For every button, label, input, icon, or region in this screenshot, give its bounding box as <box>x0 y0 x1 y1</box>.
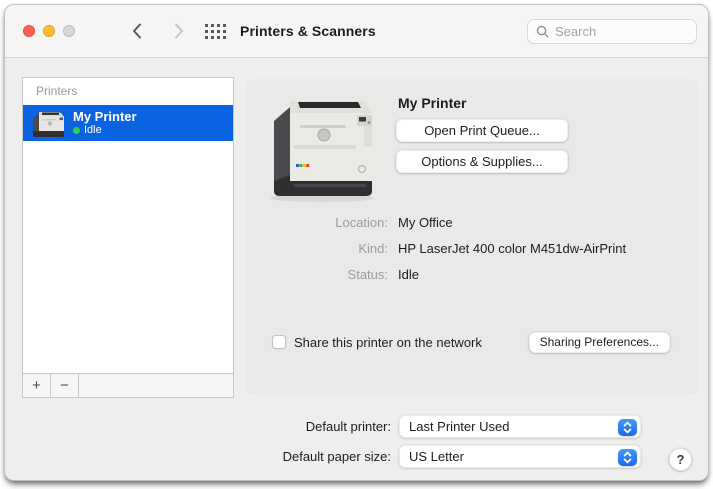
printer-thumbnail-icon <box>33 112 64 137</box>
default-paper-size-label: Default paper size: <box>282 449 391 464</box>
remove-printer-button[interactable]: − <box>51 374 79 397</box>
location-label: Location: <box>335 215 388 230</box>
nav-buttons <box>127 20 189 42</box>
open-print-queue-button[interactable]: Open Print Queue... <box>396 119 568 142</box>
detail-printer-name: My Printer <box>398 95 467 111</box>
kind-label: Kind: <box>358 241 388 256</box>
share-printer-checkbox[interactable] <box>272 335 286 349</box>
chevron-left-icon <box>133 23 141 39</box>
show-all-preferences-grid-icon[interactable] <box>205 23 226 39</box>
close-window-button[interactable] <box>23 25 35 37</box>
options-supplies-button[interactable]: Options & Supplies... <box>396 150 568 173</box>
printer-item-text: My Printer Idle <box>73 109 137 137</box>
back-button[interactable] <box>127 20 147 42</box>
default-paper-size-select[interactable]: US Letter <box>399 445 641 468</box>
printer-item-status-text: Idle <box>84 124 102 136</box>
popup-chevrons-icon <box>618 448 637 466</box>
location-value: My Office <box>398 215 453 230</box>
zoom-window-button[interactable] <box>63 25 75 37</box>
sidebar-bottom-bar: + − <box>23 373 233 397</box>
popup-chevrons-icon <box>618 418 637 436</box>
printer-list-item-selected[interactable]: My Printer Idle <box>23 105 233 141</box>
default-printer-value: Last Printer Used <box>409 419 510 434</box>
printer-photo <box>270 101 374 202</box>
sharing-preferences-button[interactable]: Sharing Preferences... <box>528 331 670 353</box>
share-printer-row: Share this printer on the network Sharin… <box>272 331 670 353</box>
printer-item-name: My Printer <box>73 109 137 124</box>
forward-button[interactable] <box>169 20 189 42</box>
status-value: Idle <box>398 267 419 282</box>
default-paper-size-row: Default paper size: US Letter <box>5 445 710 468</box>
chevron-right-icon <box>175 23 183 39</box>
add-printer-button[interactable]: + <box>23 374 51 397</box>
share-printer-label: Share this printer on the network <box>294 334 482 350</box>
help-button[interactable]: ? <box>669 448 692 471</box>
traffic-lights <box>23 25 75 37</box>
default-printer-row: Default printer: Last Printer Used <box>5 415 710 438</box>
printer-item-status: Idle <box>73 124 137 137</box>
printer-list: My Printer Idle <box>23 105 233 373</box>
default-paper-size-value: US Letter <box>409 449 464 464</box>
status-green-dot-icon <box>73 127 80 134</box>
sidebar-header: Printers <box>36 84 78 98</box>
default-printer-label: Default printer: <box>305 419 391 434</box>
minimize-window-button[interactable] <box>43 25 55 37</box>
info-row-status: Status: Idle <box>246 267 698 282</box>
printer-info: Location: My Office Kind: HP LaserJet 40… <box>246 215 698 293</box>
search-input[interactable] <box>555 24 675 39</box>
search-field[interactable] <box>527 19 697 44</box>
window-title: Printers & Scanners <box>240 23 376 39</box>
info-row-location: Location: My Office <box>246 215 698 230</box>
printer-detail-panel: My Printer Open Print Queue... Options &… <box>246 79 698 395</box>
info-row-kind: Kind: HP LaserJet 400 color M451dw-AirPr… <box>246 241 698 256</box>
toolbar: Printers & Scanners <box>5 5 708 58</box>
search-icon <box>536 25 549 38</box>
kind-value: HP LaserJet 400 color M451dw-AirPrint <box>398 241 627 256</box>
default-printer-select[interactable]: Last Printer Used <box>399 415 641 438</box>
status-label: Status: <box>347 267 388 282</box>
printers-sidebar: Printers My Printer Idle + − <box>22 77 234 398</box>
printers-scanners-window: Printers & Scanners Printers <box>4 4 709 481</box>
